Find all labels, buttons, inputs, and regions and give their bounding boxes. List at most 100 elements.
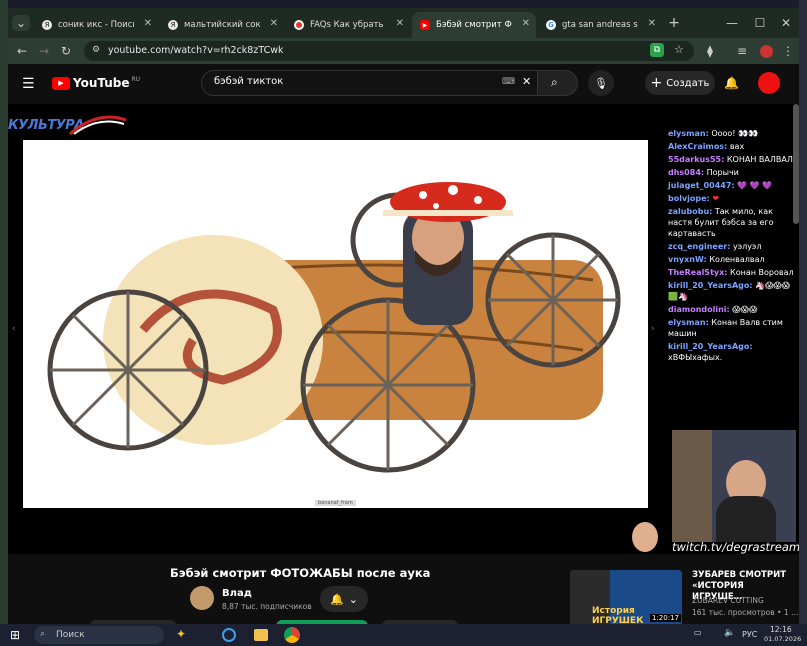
tab-3[interactable]: FAQs Как убрать шумы ✕ (286, 12, 410, 38)
region-badge: RU (131, 76, 141, 83)
language-indicator[interactable]: РУС (742, 630, 757, 639)
photoshop-image-cake-car (47, 182, 621, 473)
bell-icon: 🔔 (330, 592, 344, 606)
maximize-button[interactable]: ☐ (752, 15, 768, 31)
facecam-shelf (672, 430, 712, 542)
search-icon: ⌕ (551, 75, 558, 89)
chat-message: kirill_20_YearsAgo: хВФЫхафых. (668, 342, 753, 362)
site-info-icon[interactable]: ⚙ (92, 45, 100, 55)
tab-5-title: gta san andreas stories (562, 20, 638, 30)
chat-message: julaget_00447: 💜 💜 💜 (668, 181, 773, 190)
prev-chevron-icon[interactable]: ‹ (12, 324, 16, 334)
sparkle-widget-icon[interactable]: ✦ (176, 627, 186, 641)
new-tab-button[interactable]: + (666, 15, 682, 31)
url-text: youtube.com/watch?v=rh2ck8zTCwk (108, 45, 284, 56)
subscribed-bell-button[interactable]: 🔔 ⌄ (320, 586, 368, 612)
windows-start-icon[interactable]: ⊞ (10, 628, 20, 642)
profile-avatar[interactable] (759, 44, 773, 58)
tab-5[interactable]: G gta san andreas stories ✕ (538, 12, 662, 38)
tab-1[interactable]: Я соник икс - Поиск в Goo ✕ (34, 12, 158, 38)
tab-4-title: Бэбэй смотрит ФОТОЖ (436, 20, 512, 30)
youtube-logo-text: YouTube (73, 76, 130, 90)
page-scrollbar[interactable] (793, 104, 799, 224)
next-chevron-icon[interactable]: › (651, 324, 655, 334)
network-icon[interactable]: ▭ (694, 628, 702, 637)
tab-2-title: мальтийский сокол фи (184, 20, 260, 30)
keyboard-icon[interactable]: ⌨ (502, 77, 515, 87)
tab-4-active[interactable]: ▶ Бэбэй смотрит ФОТОЖ ✕ (412, 12, 536, 38)
chat-message: zalubobu: Так мило, как настя булит бэбс… (668, 207, 774, 238)
desktop-left-edge (0, 0, 8, 624)
youtube-icon: ▶ (420, 20, 430, 30)
twitch-watermark: twitch.tv/degrastream (672, 540, 799, 554)
yandex-icon: Я (168, 20, 178, 30)
tab-2[interactable]: Я мальтийский сокол фи ✕ (160, 12, 284, 38)
youtube-play-icon: ▶ (52, 76, 70, 90)
channel-avatar[interactable] (190, 586, 214, 610)
recommended-channel[interactable]: ZUBAREV CUTTING (692, 596, 764, 605)
clear-search-icon[interactable]: ✕ (522, 75, 531, 88)
browser-window: ⌄ Я соник икс - Поиск в Goo ✕ Я мальтийс… (8, 8, 799, 624)
taskbar-search-label: Поиск (56, 630, 85, 640)
chat-message: diamondolini: 😱😱😱 (668, 305, 758, 314)
chevron-down-icon: ⌄ (348, 592, 358, 606)
reload-icon[interactable]: ↻ (58, 43, 74, 59)
search-button[interactable]: ⌕ (538, 70, 578, 96)
yandex-icon: Я (42, 20, 52, 30)
address-bar[interactable]: ⚙ youtube.com/watch?v=rh2ck8zTCwk ⧉ ☆ (84, 41, 694, 61)
video-player[interactable]: КУЛЬТУРА bananaf_fram ‹ › elysman: Оооо!… (8, 104, 799, 554)
media-controls-icon[interactable]: ≡ (734, 43, 750, 59)
chat-overlay: elysman: Оооо! 👀👀 AlexCraimos: вах 55dar… (668, 128, 796, 428)
clock-date[interactable]: 01.07.2026 (764, 635, 801, 643)
streamer-facecam (672, 430, 796, 542)
youtube-header: ☰ ▶ YouTube RU бэбэй тикток ⌨ ✕ ⌕ 🎙 + Со… (8, 64, 799, 104)
tab-close-icon[interactable]: ✕ (144, 18, 152, 29)
volume-icon[interactable]: 🔈 (724, 628, 735, 638)
windows-taskbar: ⊞ ⌕ Поиск ✦ ▭ 🔈 РУС 12:16 01.07.2026 (0, 624, 807, 646)
forward-arrow-icon[interactable]: → (36, 43, 52, 59)
bookmark-star-icon[interactable]: ☆ (674, 43, 684, 56)
create-label: Создать (666, 77, 710, 89)
video-duration: 1:20:17 (650, 614, 681, 622)
back-arrow-icon[interactable]: ← (14, 43, 30, 59)
desktop-right-edge (799, 0, 807, 624)
chat-message: AlexCraimos: вах (668, 142, 745, 151)
app-icon-blue[interactable] (222, 628, 236, 642)
recommended-meta: 161 тыс. просмотров • 1 … (692, 608, 799, 617)
search-input[interactable]: бэбэй тикток (214, 76, 283, 87)
minimize-button[interactable]: — (724, 15, 740, 31)
account-avatar[interactable] (758, 72, 780, 94)
chrome-taskbar-icon[interactable] (284, 627, 300, 643)
tab-close-icon[interactable]: ✕ (648, 18, 656, 29)
browser-toolbar: ← → ↻ ⚙ youtube.com/watch?v=rh2ck8zTCwk … (8, 38, 799, 64)
file-explorer-icon[interactable] (254, 629, 268, 641)
tab-search-chevron-icon[interactable]: ⌄ (12, 15, 30, 31)
notifications-bell-icon[interactable]: 🔔 (724, 76, 739, 90)
tab-close-icon[interactable]: ✕ (270, 18, 278, 29)
tab-close-icon[interactable]: ✕ (522, 18, 530, 29)
plus-icon: + (650, 75, 663, 91)
chat-message: dhs084: Порычи (668, 168, 739, 177)
close-window-button[interactable]: ✕ (778, 15, 794, 31)
search-box[interactable]: бэбэй тикток ⌨ ✕ (201, 70, 538, 96)
hamburger-menu-icon[interactable]: ☰ (22, 76, 35, 92)
video-frame[interactable]: bananaf_fram (23, 140, 648, 508)
channel-name[interactable]: Влад (222, 588, 252, 599)
extensions-icon[interactable]: ⧫ (702, 43, 718, 59)
recommended-thumbnail[interactable]: История ИГРУШЕК 1:20:17 (570, 570, 682, 624)
tab-3-title: FAQs Как убрать шумы (310, 20, 386, 30)
kultura-logo-swoosh (69, 115, 127, 136)
video-details: Бэбэй смотрит ФОТОЖАБЫ после аука Влад 8… (8, 554, 799, 624)
voice-search-mic-icon[interactable]: 🎙 (588, 70, 614, 96)
tab-1-title: соник икс - Поиск в Goo (58, 20, 134, 30)
cast-screen-icon[interactable]: ⧉ (650, 43, 664, 57)
clock-time[interactable]: 12:16 (770, 625, 792, 634)
chat-message: TheRealStyx: Конан Воровал (668, 268, 794, 277)
chat-message: elysman: Конан Валв стим машин (668, 318, 783, 338)
second-person-face (632, 522, 658, 552)
browser-menu-icon[interactable]: ⋮ (780, 43, 796, 59)
create-button[interactable]: + Создать (645, 71, 715, 95)
taskbar-search[interactable]: ⌕ Поиск (34, 626, 164, 644)
youtube-logo[interactable]: ▶ YouTube RU (52, 76, 140, 90)
tab-close-icon[interactable]: ✕ (396, 18, 404, 29)
